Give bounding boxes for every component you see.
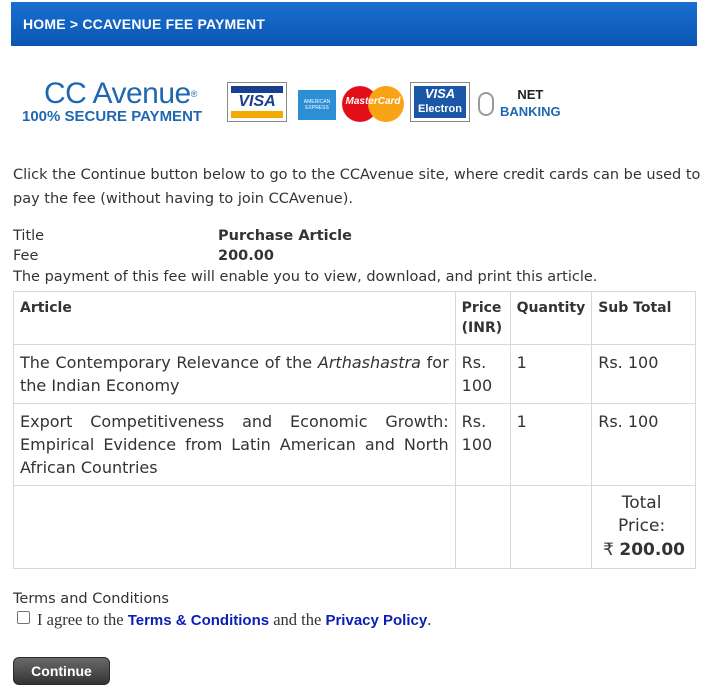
table-header-row: Article Price (INR) Quantity Sub Total [13, 291, 696, 345]
article-title: Export Competitiveness and Economic Grow… [13, 403, 456, 486]
header-quantity: Quantity [509, 291, 593, 345]
rupee-icon: ₹ [603, 540, 614, 560]
articles-table: Article Price (INR) Quantity Sub Total T… [13, 291, 696, 569]
total-price-cell: Total Price: ₹ 200.00 [591, 485, 696, 569]
header-price: Price (INR) [454, 291, 511, 345]
terms-link[interactable]: Terms & Conditions [128, 612, 269, 629]
breadcrumb-text: HOME > CCAVENUE FEE PAYMENT [23, 16, 266, 32]
article-subtotal: Rs. 100 [591, 403, 696, 486]
table-row: Export Competitiveness and Economic Grow… [13, 403, 696, 486]
agree-checkbox[interactable] [17, 611, 30, 624]
ccavenue-brand-name: CC Avenue® [44, 77, 197, 110]
breadcrumb: HOME > CCAVENUE FEE PAYMENT [11, 2, 697, 46]
empty-cell [13, 485, 456, 569]
agree-prefix: I agree to the [37, 610, 128, 629]
total-row: Total Price: ₹ 200.00 [13, 485, 696, 569]
empty-cell [509, 485, 593, 569]
article-price: Rs. 100 [454, 344, 511, 404]
table-row: The Contemporary Relevance of the Arthas… [13, 344, 696, 404]
agree-terms-row: I agree to the Terms & Conditions and th… [17, 609, 431, 632]
title-label: Title [13, 228, 45, 244]
privacy-policy-link[interactable]: Privacy Policy [325, 612, 427, 629]
total-price-value: ₹ 200.00 [603, 540, 685, 560]
visa-card-icon: VISA [227, 82, 287, 122]
fee-label: Fee [13, 248, 39, 264]
header-article: Article [13, 291, 456, 345]
title-value: Purchase Article [218, 228, 352, 244]
fee-note: The payment of this fee will enable you … [13, 269, 598, 285]
article-price: Rs. 100 [454, 403, 511, 486]
agree-and: and the [269, 610, 326, 629]
empty-cell [454, 485, 511, 569]
secure-payment-tagline: 100% SECURE PAYMENT [22, 108, 203, 125]
terms-heading: Terms and Conditions [13, 591, 169, 607]
ccavenue-logo-strip: CC Avenue® 100% SECURE PAYMENT VISA AMER… [22, 78, 582, 128]
visa-electron-icon: VISA Electron [410, 82, 470, 122]
intro-text: Click the Continue button below to go to… [13, 167, 701, 207]
article-title: The Contemporary Relevance of the Arthas… [13, 344, 456, 404]
mouse-icon [478, 92, 494, 116]
article-quantity: 1 [509, 344, 593, 404]
amex-card-icon: AMERICAN EXPRESS [298, 90, 336, 120]
continue-button[interactable]: Continue [13, 657, 110, 685]
article-subtotal: Rs. 100 [591, 344, 696, 404]
fee-value: 200.00 [218, 248, 274, 264]
header-subtotal: Sub Total [591, 291, 696, 345]
total-price-label: Total Price: [618, 493, 666, 536]
article-quantity: 1 [509, 403, 593, 486]
mastercard-icon: MasterCard [340, 84, 406, 122]
net-banking-label: NET BANKING [500, 87, 561, 119]
